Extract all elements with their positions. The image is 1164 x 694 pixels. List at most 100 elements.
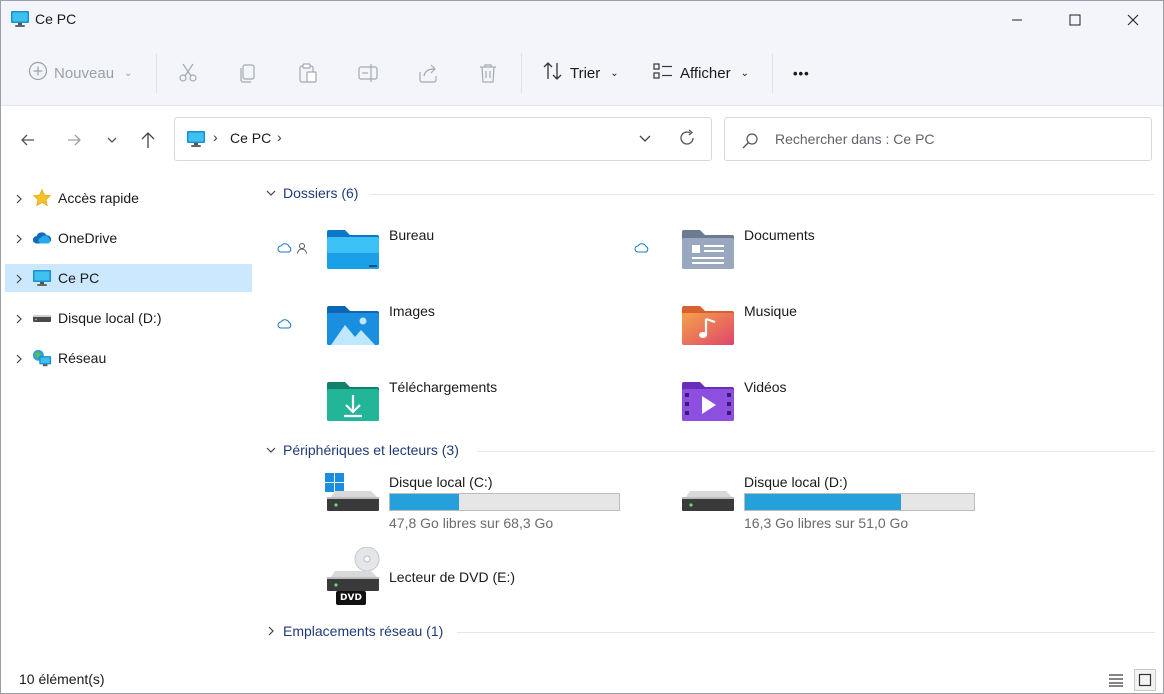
recent-locations-button[interactable] (98, 126, 126, 154)
paste-icon[interactable] (295, 60, 321, 86)
drive-free-space: 16,3 Go libres sur 51,0 Go (744, 515, 909, 531)
chevron-right-icon (265, 623, 277, 639)
copy-icon[interactable] (235, 60, 261, 86)
address-dropdown-icon[interactable] (637, 130, 653, 149)
plus-circle-icon (28, 61, 48, 85)
file-explorer-window: Ce PC Nouveau ⌄ Trier ⌄ Afficher ⌄ ••• ›… (0, 0, 1164, 694)
chevron-right-icon[interactable] (14, 232, 24, 248)
view-icon (652, 61, 674, 85)
drive-label: Lecteur de DVD (E:) (389, 569, 516, 585)
drive-usage-bar (389, 493, 620, 511)
sort-button-label: Trier (570, 64, 601, 82)
tiles-view-button[interactable] (1134, 669, 1156, 691)
separator (772, 53, 773, 93)
folder-tile-documents[interactable]: Documents (610, 221, 950, 291)
drive-label: Disque local (D:) (744, 474, 848, 490)
dvd-drive-icon: DVD (325, 546, 381, 605)
chevron-down-icon: ⌄ (124, 67, 133, 79)
content-pane: Dossiers (6) Bureau Documents Images Mus… (255, 171, 1163, 663)
sort-icon (542, 61, 564, 85)
drive-tile-d[interactable]: Disque local (D:) 16,3 Go libres sur 51,… (610, 471, 990, 541)
group-divider (477, 451, 1155, 452)
minimize-button[interactable] (988, 1, 1046, 39)
sync-status (634, 241, 650, 257)
folder-label: Images (389, 303, 435, 319)
folder-tile-music[interactable]: Musique (610, 297, 950, 367)
drive-tile-c[interactable]: Disque local (C:) 47,8 Go libres sur 68,… (255, 471, 635, 541)
group-divider (370, 194, 1155, 195)
folder-tile-desktop[interactable]: Bureau (255, 221, 595, 291)
refresh-icon[interactable] (677, 128, 697, 151)
group-header-network[interactable]: Emplacements réseau (1) (265, 621, 443, 641)
folder-label: Musique (744, 303, 797, 319)
view-button[interactable]: Afficher ⌄ (652, 59, 749, 87)
share-icon[interactable] (415, 60, 441, 86)
sync-status (277, 241, 308, 257)
search-box[interactable]: Rechercher dans : Ce PC (724, 117, 1152, 161)
search-icon (741, 132, 759, 153)
computer-icon (186, 130, 206, 151)
music-folder-icon (680, 303, 736, 349)
item-count: 10 élément(s) (19, 671, 105, 687)
group-header-label: Dossiers (6) (283, 185, 359, 201)
group-header-label: Emplacements réseau (1) (283, 623, 444, 639)
new-button[interactable]: Nouveau ⌄ (28, 59, 132, 87)
rename-icon[interactable] (355, 60, 381, 86)
address-bar[interactable]: › Ce PC › (174, 117, 712, 161)
computer-icon (32, 268, 52, 288)
folder-tile-videos[interactable]: Vidéos (610, 373, 950, 443)
folder-tile-pictures[interactable]: Images (255, 297, 595, 367)
sidebar-item-network[interactable]: Réseau (5, 344, 252, 372)
sidebar-item-this-pc[interactable]: Ce PC (5, 264, 252, 292)
command-bar: Nouveau ⌄ Trier ⌄ Afficher ⌄ ••• (1, 39, 1163, 106)
sort-button[interactable]: Trier ⌄ (542, 59, 619, 87)
chevron-down-icon: ⌄ (610, 67, 619, 79)
breadcrumb-chevron-icon[interactable]: › (213, 129, 218, 145)
chevron-right-icon[interactable] (14, 352, 24, 368)
drive-usage-fill (390, 494, 459, 510)
person-icon (296, 241, 308, 257)
forward-button[interactable] (60, 126, 88, 154)
cloud-icon (634, 241, 650, 257)
folder-label: Documents (744, 227, 815, 243)
drive-icon (32, 308, 52, 328)
drive-tile-dvd[interactable]: DVD Lecteur de DVD (E:) (255, 546, 635, 621)
sidebar-item-onedrive[interactable]: OneDrive (5, 224, 252, 252)
delete-icon[interactable] (475, 60, 501, 86)
more-icon: ••• (793, 65, 810, 81)
pictures-folder-icon (325, 303, 381, 349)
drive-free-space: 47,8 Go libres sur 68,3 Go (389, 515, 554, 531)
group-header-devices[interactable]: Périphériques et lecteurs (3) (265, 440, 459, 460)
computer-icon (10, 10, 30, 28)
cloud-icon (32, 228, 52, 248)
new-button-label: Nouveau (54, 64, 115, 82)
folder-label: Vidéos (744, 379, 787, 395)
up-button[interactable] (134, 126, 162, 154)
sidebar-item-label: Accès rapide (58, 190, 139, 206)
cut-icon[interactable] (175, 60, 201, 86)
star-icon (32, 188, 52, 208)
breadcrumb-chevron-icon[interactable]: › (277, 129, 282, 145)
chevron-right-icon[interactable] (14, 312, 24, 328)
more-options-button[interactable]: ••• (793, 59, 810, 87)
desktop-folder-icon (325, 227, 381, 273)
close-button[interactable] (1104, 1, 1162, 39)
group-header-folders[interactable]: Dossiers (6) (265, 183, 358, 203)
network-icon (32, 348, 52, 368)
maximize-button[interactable] (1046, 1, 1104, 39)
address-row: › Ce PC › Rechercher dans : Ce PC (1, 106, 1163, 171)
cloud-icon (277, 241, 293, 257)
folder-tile-downloads[interactable]: Téléchargements (255, 373, 595, 443)
chevron-right-icon[interactable] (14, 192, 24, 208)
drive-icon (680, 471, 736, 521)
sidebar-item-quick-access[interactable]: Accès rapide (5, 184, 252, 212)
drive-label: Disque local (C:) (389, 474, 493, 490)
back-button[interactable] (14, 126, 42, 154)
sidebar-item-local-disk-d[interactable]: Disque local (D:) (5, 304, 252, 332)
details-view-button[interactable] (1105, 669, 1127, 691)
chevron-right-icon[interactable] (14, 272, 24, 288)
drive-usage-fill (745, 494, 901, 510)
breadcrumb-location[interactable]: Ce PC (230, 130, 271, 146)
drive-usage-bar (744, 493, 975, 511)
folder-label: Bureau (389, 227, 435, 243)
